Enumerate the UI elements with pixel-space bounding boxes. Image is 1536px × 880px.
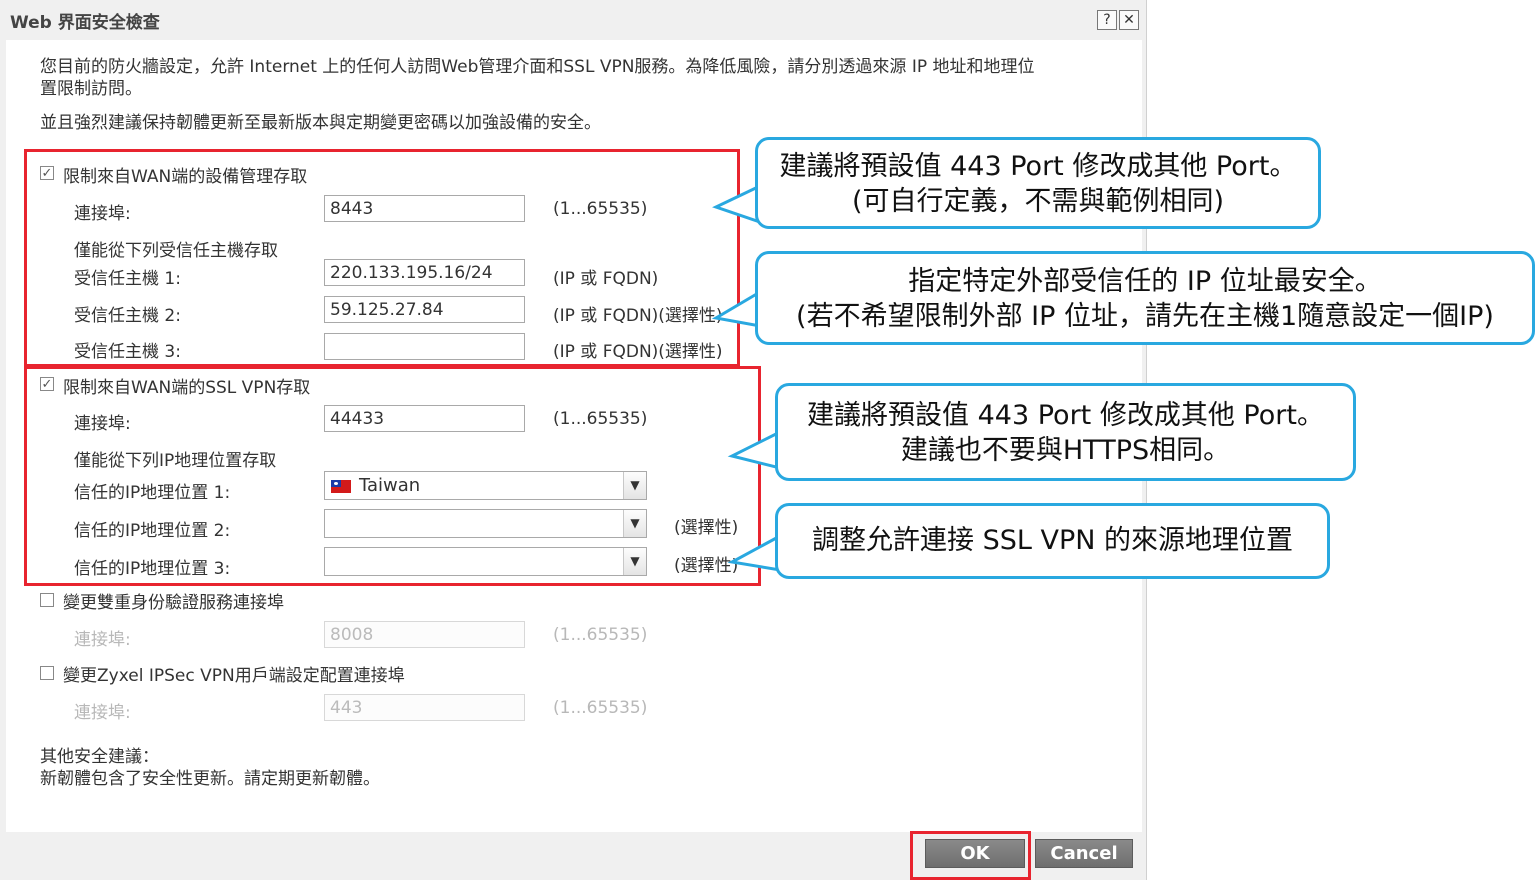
callout-port-ssl: 建議將預設值 443 Port 修改成其他 Port。 建議也不要與HTTPS相… — [775, 383, 1356, 481]
callout-3-pointer — [727, 429, 782, 470]
callout-2-line-2: (若不希望限制外部 IP 位址，請先在主機1隨意設定一個IP) — [796, 301, 1494, 332]
callout-2-line-1: 指定特定外部受信任的 IP 位址最安全。 — [908, 266, 1382, 297]
callout-1-pointer — [712, 183, 762, 225]
callout-port-mgmt: 建議將預設值 443 Port 修改成其他 Port。 (可自行定義，不需與範例… — [755, 137, 1321, 229]
callout-trusted-ip: 指定特定外部受信任的 IP 位址最安全。 (若不希望限制外部 IP 位址，請先在… — [755, 251, 1535, 345]
callout-3-line-2: 建議也不要與HTTPS相同。 — [900, 435, 1231, 466]
callout-geo: 調整允許連接 SSL VPN 的來源地理位置 — [775, 503, 1330, 579]
callout-4-line-1: 調整允許連接 SSL VPN 的來源地理位置 — [811, 525, 1294, 556]
callout-2-pointer — [711, 289, 762, 328]
callout-1-line-2: (可自行定義，不需與範例相同) — [851, 186, 1225, 217]
callout-3-line-1: 建議將預設值 443 Port 修改成其他 Port。 — [807, 400, 1324, 431]
callout-1-line-1: 建議將預設值 443 Port 修改成其他 Port。 — [779, 151, 1297, 182]
callout-4-pointer — [727, 533, 782, 572]
